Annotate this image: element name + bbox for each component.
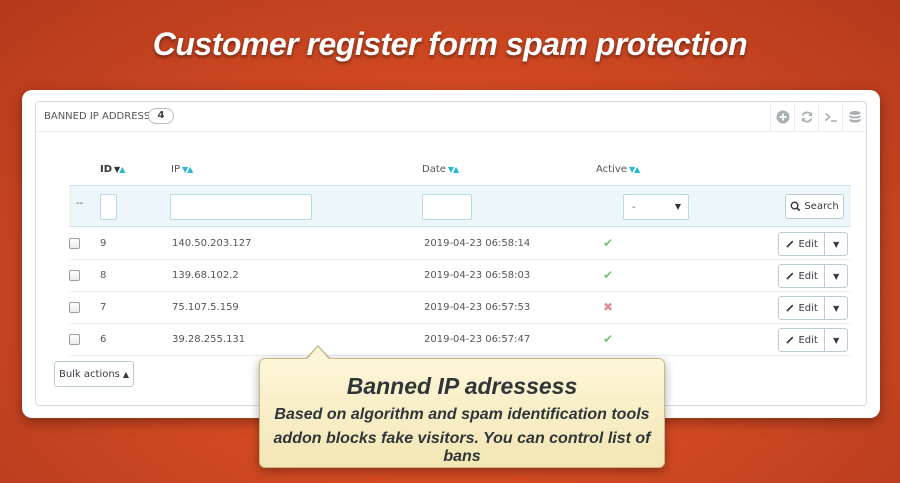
caret-down-icon[interactable]: ▼ [825,297,847,319]
refresh-icon[interactable] [794,102,818,131]
edit-button[interactable]: Edit [779,265,826,287]
caret-down-icon[interactable]: ▼ [825,233,847,255]
caret-down-icon[interactable]: ▼ [825,329,847,351]
column-label-active: Active [596,164,627,175]
tooltip-arrow-inner [307,347,329,359]
column-header-date[interactable]: Date ▼▲ [422,164,459,175]
panel-header: BANNED IP ADDRESSES 4 [36,102,866,132]
panel-toolbar [770,102,866,131]
pencil-icon [787,336,794,344]
panel-title: BANNED IP ADDRESSES [44,111,163,122]
column-label-id: ID [100,164,113,175]
edit-label: Edit [798,334,818,346]
caret-up-icon: ▲ [122,369,130,379]
sort-arrows-icon[interactable]: ▼▲ [114,165,125,174]
tooltip-line-2: addon blocks fake visitors. You can cont… [273,430,651,465]
row-ip: 140.50.203.127 [172,238,252,249]
caret-down-icon[interactable]: ▼ [825,265,847,287]
column-header-ip[interactable]: IP ▼▲ [171,164,193,175]
table-row: 7 75.107.5.159 2019-04-23 06:57:53 ✖ Edit ▼ [69,292,851,324]
filter-date-input[interactable] [422,194,472,220]
row-date: 2019-04-23 06:58:03 [424,270,531,281]
page-headline: Customer register form spam protection [152,26,748,62]
feature-tooltip: Banned IP adressess Based on algorithm a… [259,358,665,468]
row-checkbox[interactable] [69,334,80,345]
pencil-icon [787,304,794,312]
cross-icon[interactable]: ✖ [603,300,613,314]
edit-button-group: Edit ▼ [778,328,848,352]
pencil-icon [787,272,794,280]
bulk-actions-button[interactable]: Bulk actions ▲ [54,361,134,387]
row-date: 2019-04-23 06:58:14 [424,238,531,249]
count-badge: 4 [148,108,174,124]
edit-button[interactable]: Edit [779,297,826,319]
pencil-icon [787,240,794,248]
row-checkbox[interactable] [69,302,80,313]
column-header-id[interactable]: ID ▼▲ [100,164,125,175]
filter-dash: -- [76,198,84,209]
row-checkbox[interactable] [69,270,80,281]
edit-label: Edit [798,238,818,250]
terminal-icon[interactable] [818,102,842,131]
bulk-actions-label: Bulk actions [58,368,120,380]
table-row: 8 139.68.102.2 2019-04-23 06:58:03 ✔ Edit ▼ [69,260,851,292]
add-icon[interactable] [770,102,794,131]
row-ip: 39.28.255.131 [172,334,246,345]
row-ip: 139.68.102.2 [172,270,239,281]
column-label-date: Date [422,164,446,175]
table-row: 6 39.28.255.131 2019-04-23 06:57:47 ✔ Edit ▼ [69,324,851,356]
check-icon[interactable]: ✔ [603,236,613,250]
edit-button-group: Edit ▼ [778,296,848,320]
edit-button[interactable]: Edit [779,233,826,255]
tooltip-line-1: Based on algorithm and spam identificati… [274,406,650,423]
row-id: 6 [100,334,107,345]
row-checkbox[interactable] [69,238,80,249]
tooltip-title: Banned IP adressess [346,373,578,399]
edit-button[interactable]: Edit [779,329,826,351]
edit-button-group: Edit ▼ [778,264,848,288]
check-icon[interactable]: ✔ [603,332,613,346]
filter-active-select[interactable]: - ▼ [623,194,689,220]
filter-active-value: - [632,202,636,213]
sort-arrows-icon[interactable]: ▼▲ [182,165,193,174]
table-row: 9 140.50.203.127 2019-04-23 06:58:14 ✔ Edit ▼ [69,228,851,260]
filter-id-input[interactable] [100,194,117,220]
search-button[interactable]: Search [785,194,844,219]
row-date: 2019-04-23 06:57:47 [424,334,531,345]
column-header-active[interactable]: Active ▼▲ [596,164,640,175]
column-label-ip: IP [171,164,180,175]
sort-arrows-icon[interactable]: ▼▲ [448,165,459,174]
filter-row: -- - ▼ Search [69,185,851,227]
filter-ip-input[interactable] [170,194,312,220]
edit-label: Edit [798,302,818,314]
search-button-label: Search [804,201,839,212]
search-icon [790,201,801,212]
row-date: 2019-04-23 06:57:53 [424,302,531,313]
edit-button-group: Edit ▼ [778,232,848,256]
chevron-down-icon: ▼ [674,202,681,211]
row-id: 9 [100,238,107,249]
database-icon[interactable] [842,102,866,131]
row-id: 8 [100,270,107,281]
row-ip: 75.107.5.159 [172,302,239,313]
check-icon[interactable]: ✔ [603,268,613,282]
sort-arrows-icon[interactable]: ▼▲ [629,165,640,174]
edit-label: Edit [798,270,818,282]
row-id: 7 [100,302,107,313]
